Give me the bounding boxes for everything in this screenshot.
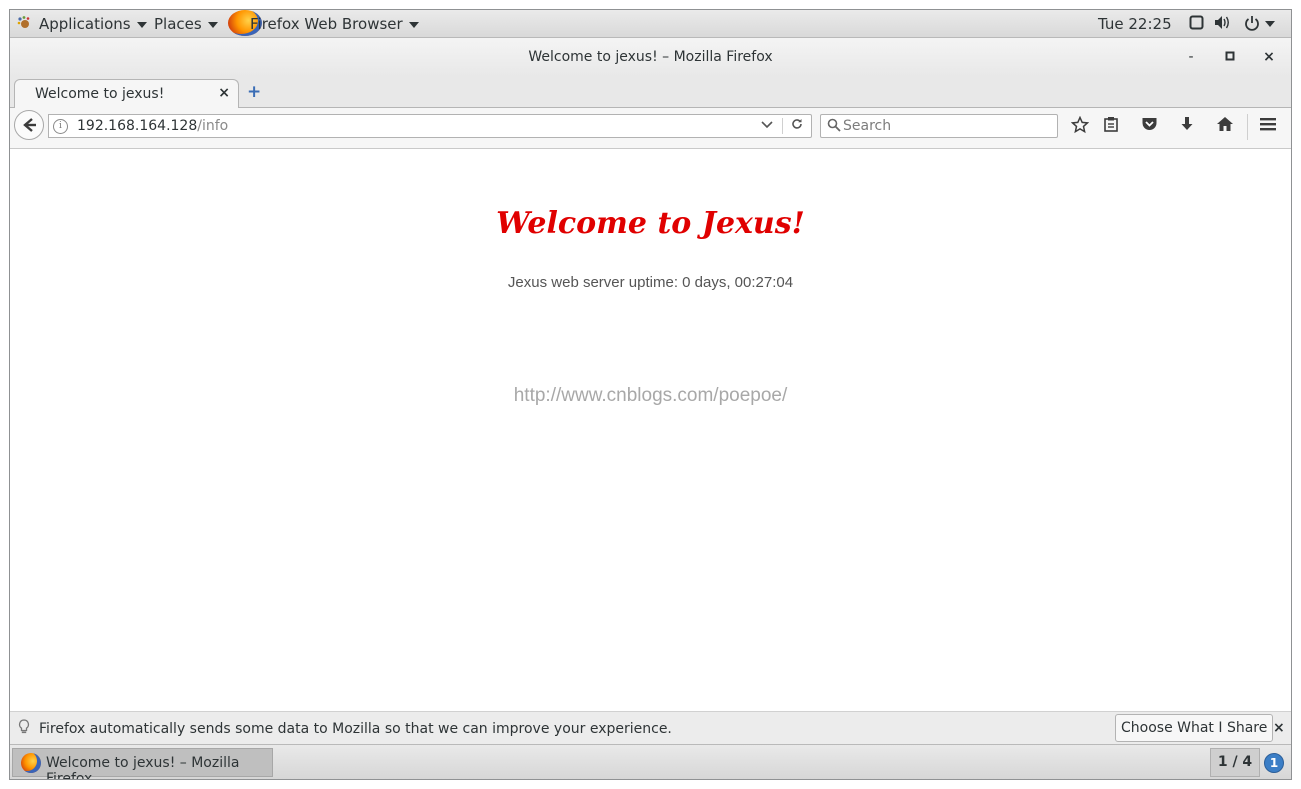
taskbar-window-label: Welcome to jexus! – Mozilla Firefox bbox=[46, 755, 240, 779]
page-content: Welcome to Jexus! Jexus web server uptim… bbox=[10, 149, 1291, 711]
back-arrow-icon bbox=[23, 118, 36, 132]
address-path: /info bbox=[197, 118, 229, 134]
gnome-top-bar: Applications Places Firefox Web Browser … bbox=[10, 10, 1291, 38]
page-heading: Welcome to Jexus! bbox=[496, 206, 805, 241]
maximize-button[interactable] bbox=[1220, 48, 1240, 66]
search-input[interactable] bbox=[843, 117, 1043, 135]
clock-label: Tue 22:25 bbox=[1098, 15, 1172, 33]
home-icon[interactable] bbox=[1214, 116, 1236, 138]
tab-close-icon[interactable]: × bbox=[218, 85, 230, 101]
search-bar[interactable] bbox=[820, 114, 1058, 138]
chevron-down-icon bbox=[207, 21, 218, 28]
places-label: Places bbox=[154, 15, 202, 33]
minimize-button[interactable]: - bbox=[1181, 48, 1201, 66]
address-text[interactable]: 192.168.164.128/info bbox=[77, 118, 228, 134]
info-icon[interactable]: i bbox=[53, 119, 68, 134]
firefox-icon bbox=[21, 753, 41, 773]
notification-message: Firefox automatically sends some data to… bbox=[39, 721, 672, 737]
gnome-foot-icon bbox=[16, 15, 32, 31]
tab-welcome[interactable]: Welcome to jexus! × bbox=[14, 79, 239, 108]
app-menu-label: Firefox Web Browser bbox=[250, 15, 403, 33]
toolbar-divider bbox=[1247, 114, 1248, 140]
clipboard-icon[interactable] bbox=[1100, 116, 1122, 138]
bookmark-star-icon[interactable] bbox=[1069, 115, 1091, 138]
chevron-down-icon bbox=[136, 21, 147, 28]
choose-what-i-share-button[interactable]: Choose What I Share bbox=[1115, 714, 1274, 742]
navigation-toolbar: i 192.168.164.128/info bbox=[10, 108, 1291, 149]
reload-icon[interactable] bbox=[782, 118, 803, 134]
search-icon bbox=[827, 118, 841, 136]
address-host: 192.168.164.128 bbox=[77, 118, 198, 134]
maximize-icon bbox=[1225, 51, 1235, 61]
places-menu[interactable]: Places bbox=[154, 15, 218, 33]
back-button[interactable] bbox=[14, 110, 44, 140]
pocket-icon[interactable] bbox=[1138, 116, 1160, 138]
app-menu[interactable]: Firefox Web Browser bbox=[250, 15, 419, 33]
download-icon[interactable] bbox=[1176, 116, 1198, 138]
power-icon[interactable] bbox=[1244, 15, 1260, 35]
screen-icon[interactable] bbox=[1189, 15, 1204, 34]
chevron-down-icon bbox=[408, 21, 419, 28]
tab-label: Welcome to jexus! bbox=[35, 86, 165, 102]
data-notification-bar: Firefox automatically sends some data to… bbox=[10, 711, 1291, 745]
applications-label: Applications bbox=[39, 15, 131, 33]
url-dropdown-icon[interactable] bbox=[761, 119, 773, 133]
applications-menu[interactable]: Applications bbox=[39, 15, 147, 33]
tab-strip: Welcome to jexus! × + bbox=[10, 77, 1291, 108]
window-list-taskbar: Welcome to jexus! – Mozilla Firefox 1 / … bbox=[10, 744, 1291, 779]
window-titlebar: Welcome to jexus! – Mozilla Firefox - × bbox=[10, 38, 1291, 77]
window-title: Welcome to jexus! – Mozilla Firefox bbox=[528, 49, 773, 65]
uptime-text: Jexus web server uptime: 0 days, 00:27:0… bbox=[507, 274, 794, 291]
blog-link-text: http://www.cnblogs.com/poepoe/ bbox=[513, 385, 788, 406]
address-bar[interactable]: i 192.168.164.128/info bbox=[48, 114, 812, 138]
hamburger-menu-icon[interactable] bbox=[1257, 116, 1279, 138]
chevron-down-icon[interactable] bbox=[1265, 21, 1275, 27]
lightbulb-icon bbox=[18, 719, 30, 739]
workspace-switcher[interactable]: 1 / 4 bbox=[1210, 748, 1260, 777]
firefox-window: Applications Places Firefox Web Browser … bbox=[10, 10, 1291, 779]
volume-icon[interactable] bbox=[1214, 15, 1230, 34]
notification-close-icon[interactable]: × bbox=[1273, 720, 1285, 736]
taskbar-window-item[interactable]: Welcome to jexus! – Mozilla Firefox bbox=[12, 748, 273, 779]
close-window-button[interactable]: × bbox=[1259, 48, 1279, 66]
notification-count-badge[interactable]: 1 bbox=[1264, 753, 1284, 773]
clock[interactable]: Tue 22:25 bbox=[1098, 15, 1172, 33]
new-tab-button[interactable]: + bbox=[247, 82, 261, 102]
